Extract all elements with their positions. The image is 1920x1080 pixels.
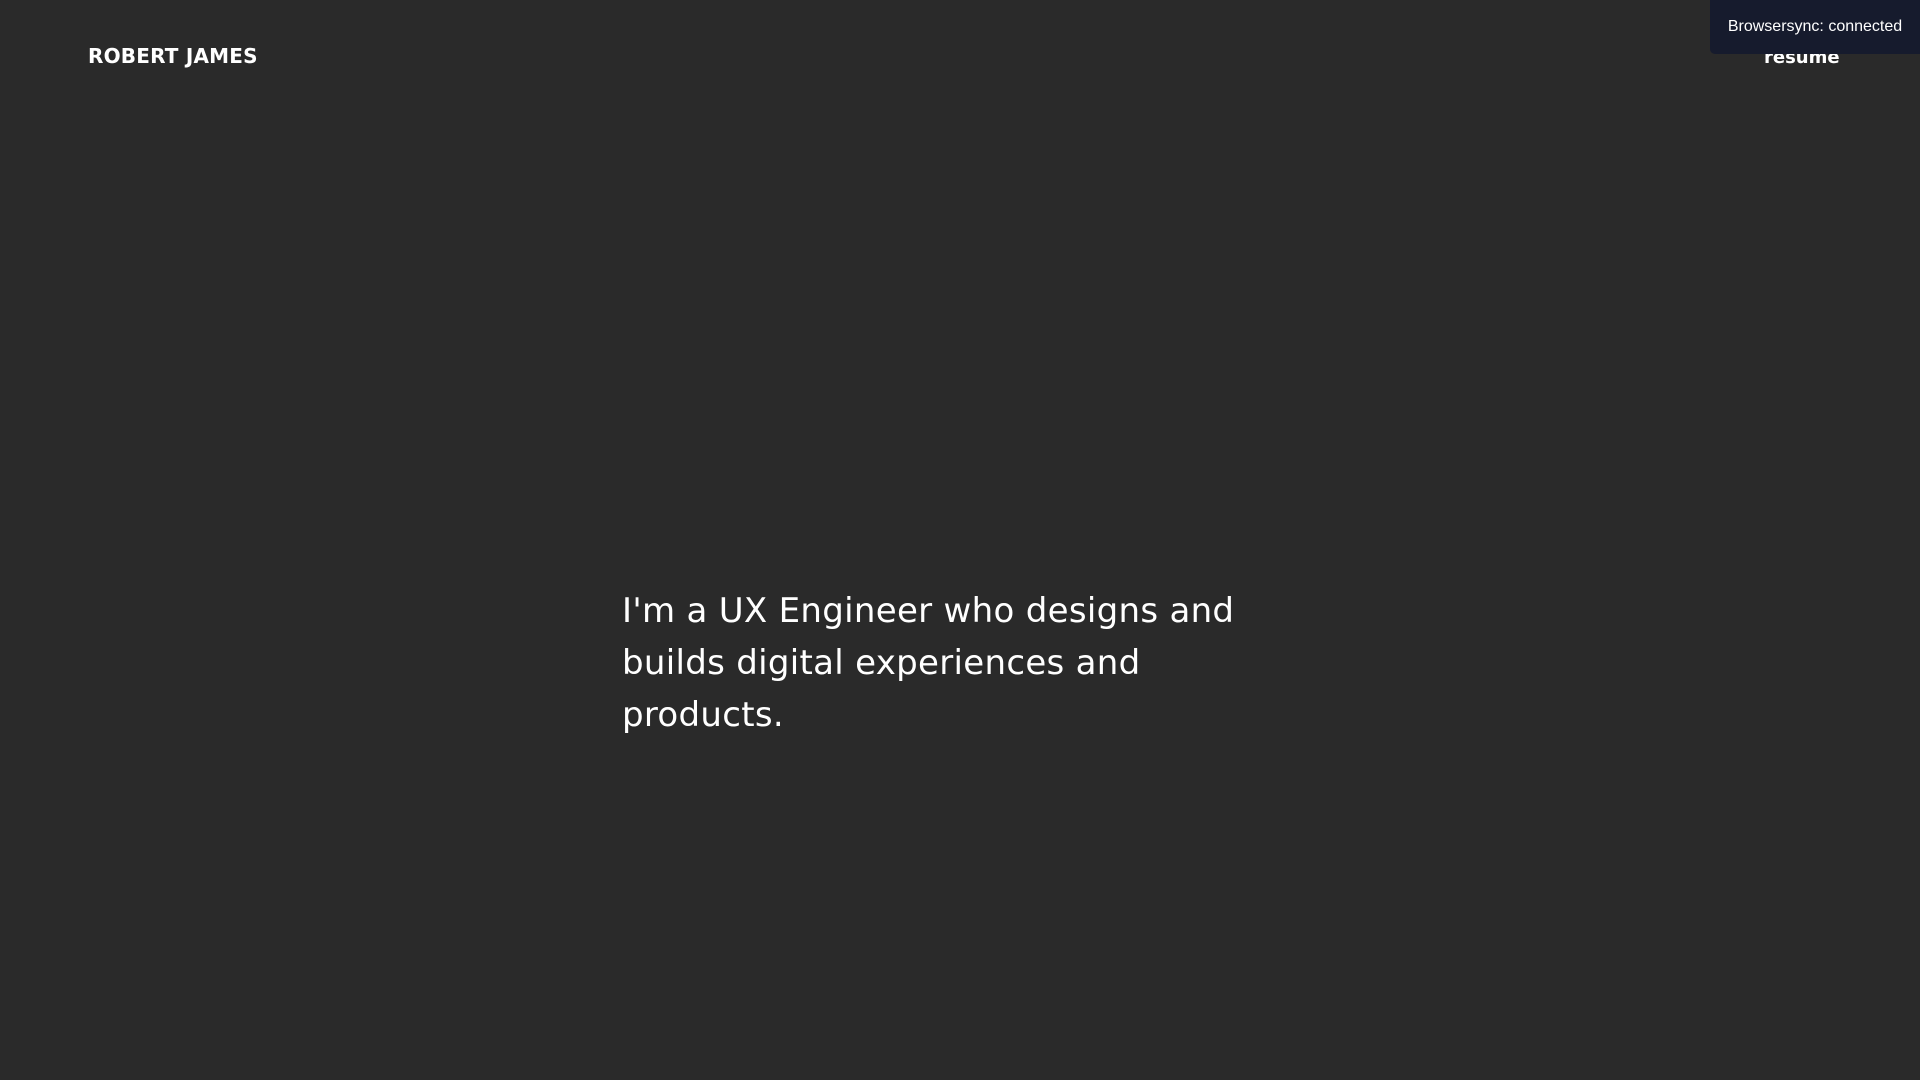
site-header: ROBERT JAMES resume xyxy=(0,0,1920,110)
hero-section: I'm a UX Engineer who designs and builds… xyxy=(622,585,1282,741)
hero-headline: I'm a UX Engineer who designs and builds… xyxy=(622,591,1235,735)
site-logo[interactable]: ROBERT JAMES xyxy=(88,42,258,70)
browsersync-status-text: Browsersync: connected xyxy=(1727,18,1903,35)
browsersync-notification: Browsersync: connected xyxy=(1710,0,1920,54)
